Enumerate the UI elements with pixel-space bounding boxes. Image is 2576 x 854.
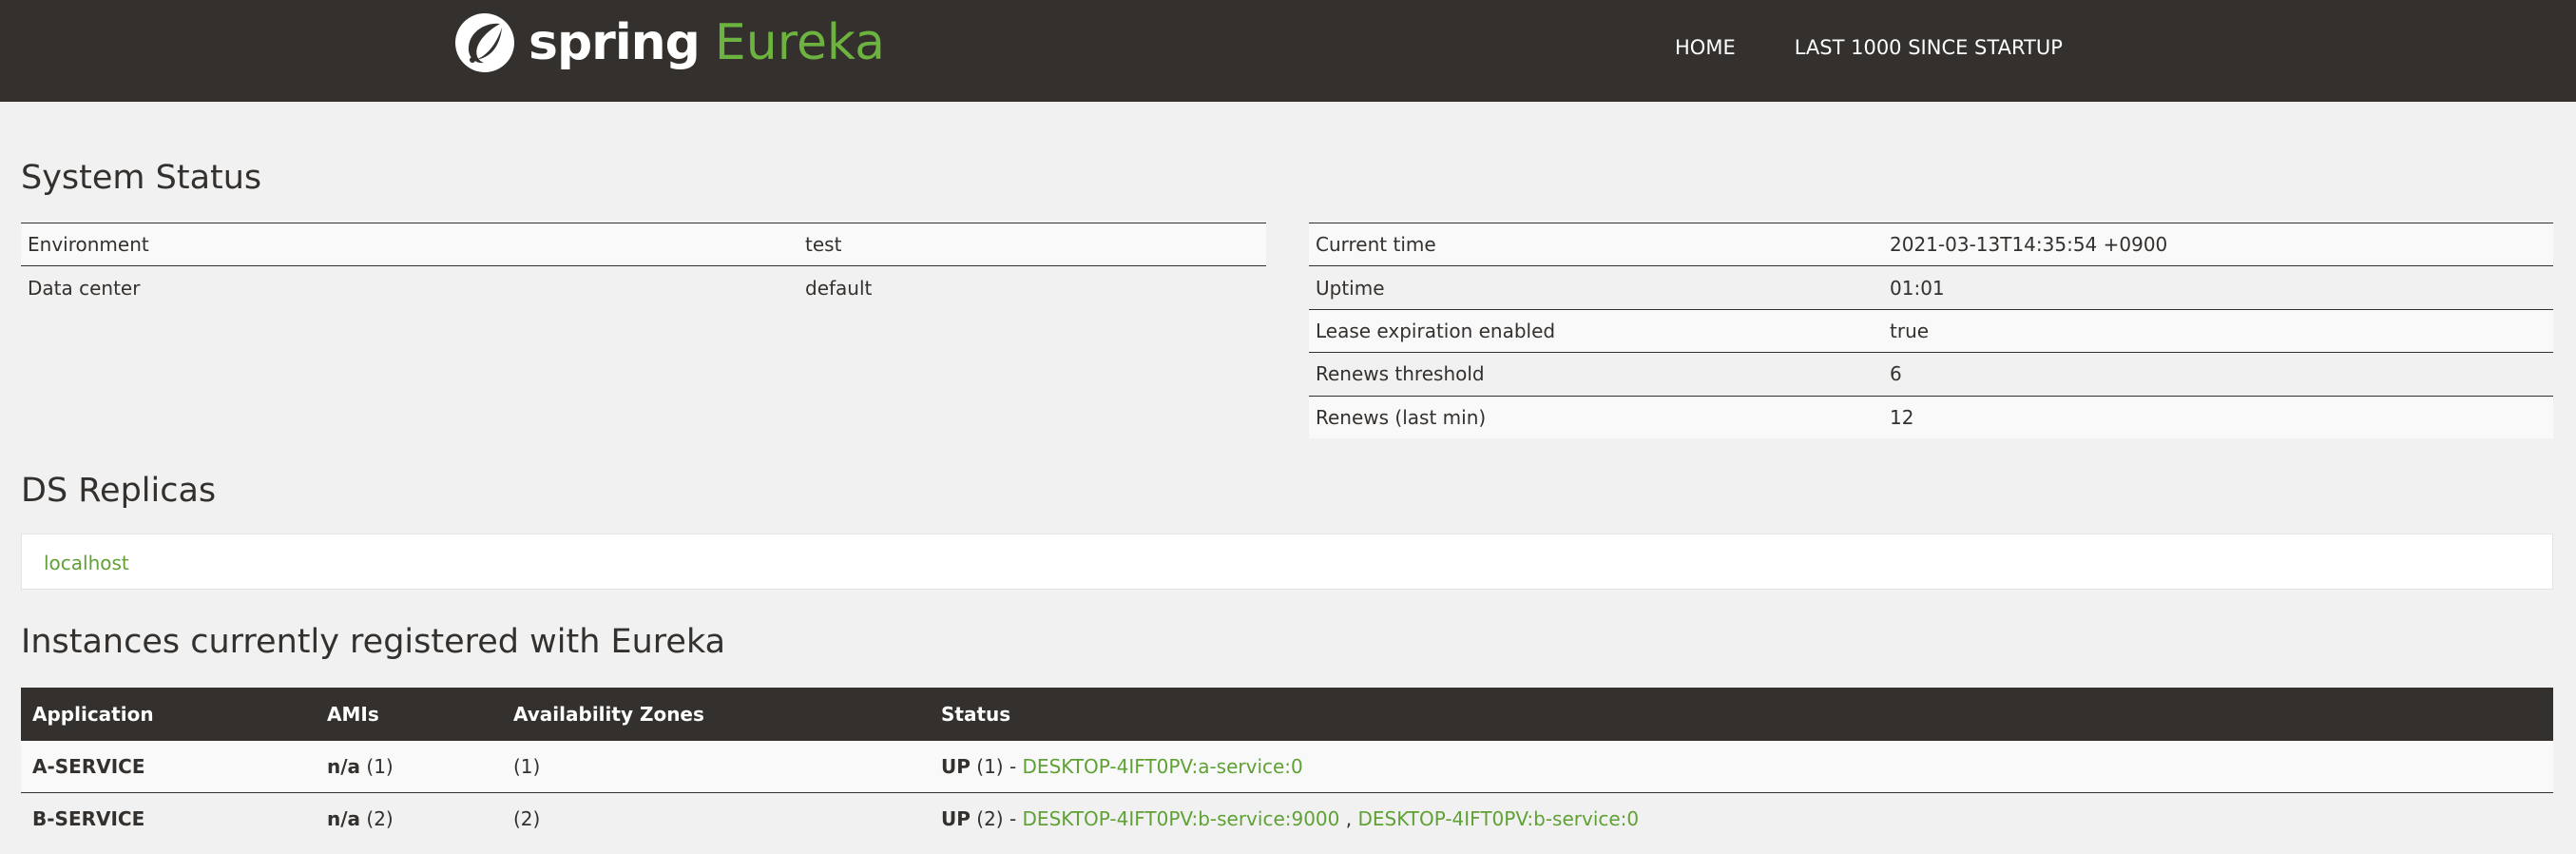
ami-count: (2) xyxy=(366,807,394,830)
status-up: UP xyxy=(941,807,971,830)
ami-value: n/a xyxy=(327,807,361,830)
status-label: Data center xyxy=(21,265,798,309)
status-value: 2021-03-13T14:35:54 +0900 xyxy=(1883,222,2553,266)
brand[interactable]: spring Eureka xyxy=(452,10,885,76)
status-value: true xyxy=(1883,308,2553,353)
status-row-renews-threshold: Renews threshold 6 xyxy=(1309,352,2553,397)
status-value: 6 xyxy=(1883,352,2553,397)
status-value: test xyxy=(798,222,1266,266)
status-count: (2) - xyxy=(976,807,1023,830)
status-label: Current time xyxy=(1309,222,1883,266)
status-cell: UP (1) - DESKTOP-4IFT0PV:a-service:0 xyxy=(930,741,2553,793)
table-row-b-service: B-SERVICE n/a (2) (2) UP (2) - DESKTOP-4… xyxy=(21,792,2553,844)
column-header-status: Status xyxy=(930,688,2553,741)
status-up: UP xyxy=(941,755,971,778)
status-row-lease-expiration: Lease expiration enabled true xyxy=(1309,308,2553,353)
nav-links: HOME LAST 1000 SINCE STARTUP xyxy=(1675,0,2122,95)
ami-cell: n/a (1) xyxy=(316,741,502,793)
zones-cell: (2) xyxy=(502,792,930,844)
brand-spring-text: spring xyxy=(529,14,701,71)
status-row-renews-last-min: Renews (last min) 12 xyxy=(1309,395,2553,438)
application-name: A-SERVICE xyxy=(21,741,316,793)
instances-table: Application AMIs Availability Zones Stat… xyxy=(21,688,2553,844)
column-header-application: Application xyxy=(21,688,316,741)
status-label: Lease expiration enabled xyxy=(1309,308,1883,353)
instance-link[interactable]: DESKTOP-4IFT0PV:b-service:9000 xyxy=(1023,807,1340,830)
application-name: B-SERVICE xyxy=(21,792,316,844)
nav-link-home[interactable]: HOME xyxy=(1675,36,1736,59)
status-cell: UP (2) - DESKTOP-4IFT0PV:b-service:9000 … xyxy=(930,792,2553,844)
ami-count: (1) xyxy=(366,755,394,778)
status-label: Environment xyxy=(21,222,798,266)
status-label: Renews threshold xyxy=(1309,352,1883,397)
status-row-data-center: Data center default xyxy=(21,265,1266,309)
status-value: 12 xyxy=(1883,395,2553,438)
status-count: (1) - xyxy=(976,755,1023,778)
table-row-a-service: A-SERVICE n/a (1) (1) UP (1) - DESKTOP-4… xyxy=(21,741,2553,793)
instances-title: Instances currently registered with Eure… xyxy=(21,623,726,661)
instance-link[interactable]: DESKTOP-4IFT0PV:a-service:0 xyxy=(1023,755,1303,778)
replica-link-localhost[interactable]: localhost xyxy=(44,552,129,574)
ami-cell: n/a (2) xyxy=(316,792,502,844)
status-row-uptime: Uptime 01:01 xyxy=(1309,265,2553,310)
instances-header-row: Application AMIs Availability Zones Stat… xyxy=(21,688,2553,741)
column-header-availability-zones: Availability Zones xyxy=(502,688,930,741)
system-status-right-table: Current time 2021-03-13T14:35:54 +0900 U… xyxy=(1309,222,2553,438)
brand-eureka-text: Eureka xyxy=(714,14,885,71)
system-status-left-table: Environment test Data center default xyxy=(21,222,1266,309)
status-value: default xyxy=(798,265,1266,309)
status-row-current-time: Current time 2021-03-13T14:35:54 +0900 xyxy=(1309,222,2553,266)
ds-replicas-list: localhost xyxy=(21,534,2553,590)
ds-replicas-title: DS Replicas xyxy=(21,472,217,510)
instance-link[interactable]: DESKTOP-4IFT0PV:b-service:0 xyxy=(1357,807,1639,830)
status-label: Renews (last min) xyxy=(1309,395,1883,438)
column-header-amis: AMIs xyxy=(316,688,502,741)
nav-link-last-1000[interactable]: LAST 1000 SINCE STARTUP xyxy=(1795,36,2063,59)
zones-cell: (1) xyxy=(502,741,930,793)
spring-leaf-logo-icon xyxy=(455,13,514,72)
status-label: Uptime xyxy=(1309,265,1883,310)
instance-separator: , xyxy=(1339,807,1358,830)
navbar: spring Eureka HOME LAST 1000 SINCE START… xyxy=(0,0,2576,102)
ami-value: n/a xyxy=(327,755,361,778)
status-value: 01:01 xyxy=(1883,265,2553,310)
status-row-environment: Environment test xyxy=(21,222,1266,266)
system-status-title: System Status xyxy=(21,159,262,197)
